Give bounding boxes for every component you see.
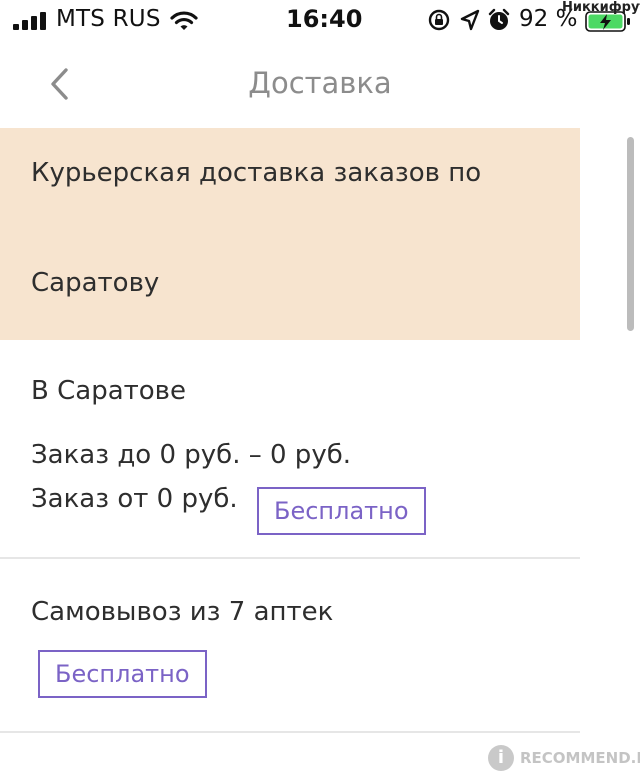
carrier-label: MTS RUS <box>56 6 161 32</box>
pickup-free-badge-button[interactable]: Бесплатно <box>38 650 207 698</box>
orientation-lock-icon <box>428 9 450 31</box>
delivery-content: Курьерская доставка заказов по Саратову … <box>0 128 580 733</box>
pickup-section: Самовывоз из 7 аптек Бесплатно <box>0 559 580 731</box>
location-icon <box>460 9 480 31</box>
signal-icon <box>13 12 46 30</box>
watermark-logo: i RECOMMEND.RU <box>488 738 640 778</box>
watermark-text: RECOMMEND.RU <box>520 749 640 767</box>
watermark-username: Никкифрут <box>562 0 640 15</box>
city-delivery-title: В Саратове <box>31 376 186 406</box>
clock-time: 16:40 <box>286 5 363 33</box>
city-delivery-section: В Саратове Заказ до 0 руб. – 0 руб. Зака… <box>0 340 580 557</box>
status-bar: MTS RUS 16:40 92 % Никкифрут <box>0 0 640 44</box>
banner-text-line1: Курьерская доставка заказов по <box>31 158 482 188</box>
delivery-banner: Курьерская доставка заказов по Саратову <box>0 128 580 340</box>
wifi-icon <box>170 11 198 30</box>
chevron-left-icon[interactable] <box>44 66 78 102</box>
free-badge-button[interactable]: Бесплатно <box>257 487 426 535</box>
recommend-logo-icon: i <box>488 745 514 771</box>
pickup-title: Самовывоз из 7 аптек <box>31 597 334 627</box>
order-under-row: Заказ до 0 руб. – 0 руб. <box>31 440 351 470</box>
screen: MTS RUS 16:40 92 % Никкифрут Доставка Ку… <box>0 0 640 781</box>
navigation-bar: Доставка <box>0 44 640 126</box>
banner-text-line2: Саратову <box>31 268 160 298</box>
page-title: Доставка <box>248 66 392 100</box>
scrollbar[interactable] <box>627 137 634 331</box>
divider <box>0 731 580 733</box>
alarm-icon <box>488 8 510 30</box>
order-over-row: Заказ от 0 руб. <box>31 484 238 514</box>
